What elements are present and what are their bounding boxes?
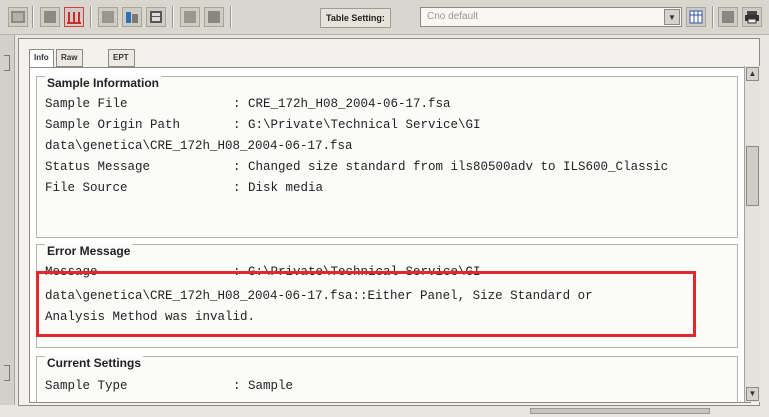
table-setting-label: Table Setting:	[320, 8, 391, 28]
ruler-mark	[4, 365, 10, 381]
current-settings-group: Current Settings Sample Type: Sample	[36, 356, 738, 402]
horizontal-scrollbar[interactable]	[530, 408, 710, 414]
table-icon[interactable]	[146, 7, 166, 27]
toolbar: Table Setting: Cno default ▼	[0, 0, 769, 35]
tab-ept-data[interactable]: EPT Data	[108, 49, 136, 78]
error-highlight-box	[36, 271, 696, 337]
columns-icon[interactable]	[64, 7, 84, 27]
scroll-thumb[interactable]	[746, 146, 759, 206]
info-row: Status Message: Changed size standard fr…	[45, 160, 669, 174]
table-setting-value: Cno default	[427, 11, 479, 22]
ruler-mark	[4, 55, 10, 71]
table-view-icon[interactable]	[686, 7, 706, 27]
info-content: Sample Information Sample File: CRE_172h…	[29, 67, 751, 403]
chart-icon[interactable]	[122, 7, 142, 27]
current-settings-title: Current Settings	[45, 356, 144, 370]
toolbar-separator	[712, 6, 714, 28]
info-row: data\genetica\CRE_172h_H08_2004-06-17.fs…	[45, 139, 353, 153]
info-row: Sample Origin Path: G:\Private\Technical…	[45, 118, 481, 132]
scroll-down-icon[interactable]: ▼	[746, 387, 759, 401]
layout-icon[interactable]	[718, 7, 738, 27]
toolbar-separator	[32, 6, 34, 28]
info-row: File Source: Disk media	[45, 181, 324, 195]
tab-raw-data[interactable]: Raw Data	[56, 49, 84, 78]
toolbar-separator	[90, 6, 92, 28]
sample-info-panel: Info Raw Data EPT Data Sample Informatio…	[18, 38, 760, 406]
bar-icon[interactable]	[40, 7, 60, 27]
chevron-down-icon[interactable]: ▼	[664, 9, 680, 25]
vertical-scrollbar[interactable]: ▲ ▼	[744, 66, 760, 402]
settings-row: Sample Type: Sample	[45, 379, 294, 393]
scroll-up-icon[interactable]: ▲	[746, 67, 759, 81]
left-ruler	[0, 35, 15, 405]
info-row: Sample File: CRE_172h_H08_2004-06-17.fsa	[45, 97, 451, 111]
sample-information-title: Sample Information	[45, 76, 162, 90]
sample-information-group: Sample Information Sample File: CRE_172h…	[36, 76, 738, 238]
table-setting-select[interactable]: Cno default ▼	[420, 7, 682, 27]
toolbar-separator	[172, 6, 174, 28]
tab-info[interactable]: Info	[29, 49, 54, 68]
error-message-title: Error Message	[45, 244, 133, 258]
print-icon[interactable]	[742, 7, 762, 27]
panel-icon[interactable]	[98, 7, 118, 27]
grid-icon[interactable]	[8, 7, 28, 27]
toolbar-separator	[230, 6, 232, 28]
copy-icon[interactable]	[204, 7, 224, 27]
save-icon[interactable]	[180, 7, 200, 27]
